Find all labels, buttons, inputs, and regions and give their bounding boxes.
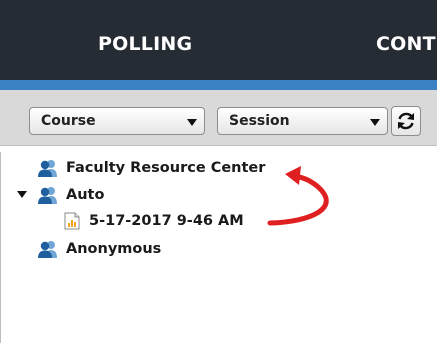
tree-item-label: Anonymous [66,241,162,257]
user-group-icon [38,187,57,204]
tab-polling[interactable]: POLLING [98,33,192,55]
session-select-value: Session [229,113,290,129]
expand-arrow-icon[interactable] [17,191,27,198]
session-select[interactable]: Session [217,107,388,135]
course-select-value: Course [41,113,96,129]
course-select[interactable]: Course [29,107,205,135]
refresh-button[interactable] [391,106,421,136]
user-group-icon [38,241,57,258]
tree-item-label: Faculty Resource Center [66,160,266,176]
chevron-down-icon [187,119,197,126]
tree-item-faculty-resource-center[interactable]: Faculty Resource Center [37,157,265,179]
refresh-icon [398,112,414,130]
tree-item-anonymous[interactable]: Anonymous [37,238,161,260]
chevron-down-icon [370,119,380,126]
annotation-arrow [267,166,329,226]
tree-item-label: Auto [66,187,105,203]
tree-item-session[interactable]: 5-17-2017 9-46 AM [64,210,244,232]
top-navigation-bar: POLLING CONT [0,0,437,80]
session-document-icon [64,212,80,230]
tree-item-auto[interactable]: Auto [37,184,104,206]
tab-content[interactable]: CONT [376,33,436,55]
tree-item-label: 5-17-2017 9-46 AM [89,213,244,229]
accent-bar [0,80,437,90]
user-group-icon [38,160,57,177]
